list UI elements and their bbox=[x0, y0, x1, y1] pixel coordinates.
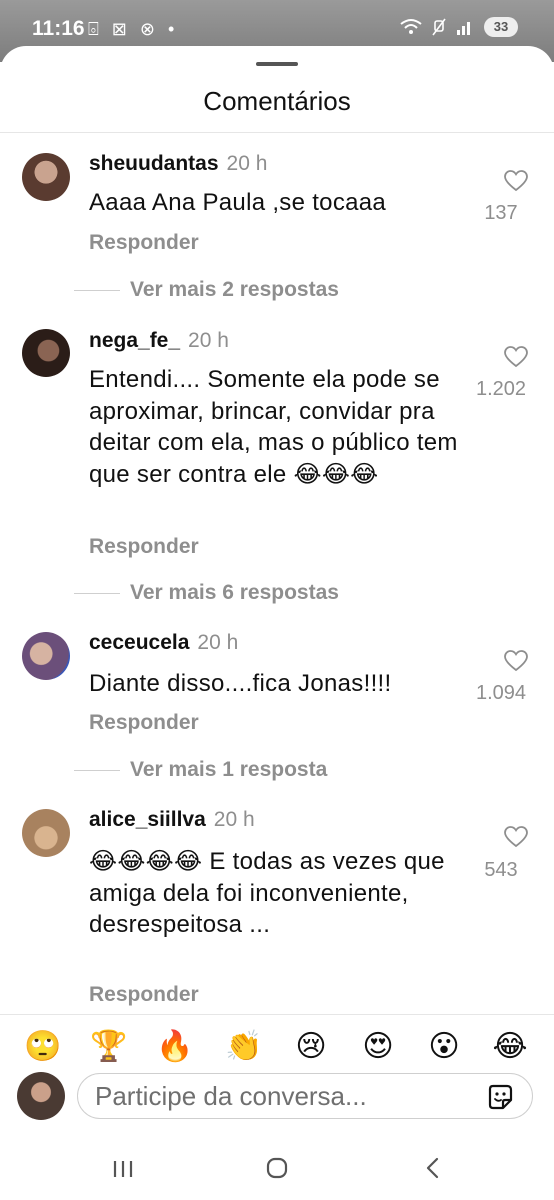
comment-text: Aaaa Ana Paula ,se tocaaa bbox=[89, 189, 387, 216]
comment-username[interactable]: alice_siillva bbox=[89, 808, 206, 831]
emoji-bar-divider bbox=[0, 1014, 554, 1015]
comment-username-row: sheuudantas 20 h bbox=[89, 152, 267, 176]
replies-divider bbox=[74, 769, 120, 771]
comment-username-row: alice_siillva 20 h bbox=[89, 808, 255, 832]
avatar[interactable] bbox=[22, 153, 70, 201]
comment-time: 20 h bbox=[188, 329, 229, 352]
avatar[interactable] bbox=[22, 809, 70, 857]
view-more-replies[interactable]: Ver mais 1 resposta bbox=[74, 758, 534, 782]
back-icon[interactable] bbox=[413, 1152, 453, 1184]
comment-username[interactable]: sheuudantas bbox=[89, 152, 219, 175]
heart-icon[interactable] bbox=[504, 346, 528, 368]
comment-username[interactable]: ceceucela bbox=[89, 631, 189, 654]
emoji-laughing-button[interactable]: 😂 bbox=[490, 1028, 530, 1066]
emoji-fire-button[interactable]: 🔥 bbox=[155, 1028, 195, 1066]
avatar[interactable] bbox=[22, 632, 70, 680]
avatar[interactable] bbox=[22, 329, 70, 377]
reply-button[interactable]: Responder bbox=[89, 231, 199, 255]
emoji-trophy-button[interactable]: 🏆 bbox=[89, 1028, 129, 1066]
sheet-drag-handle[interactable] bbox=[256, 62, 298, 66]
comment-input[interactable] bbox=[95, 1080, 465, 1112]
like-count: 1.202 bbox=[475, 378, 527, 395]
status-right-icons: 33 bbox=[400, 17, 518, 37]
system-navigation-bar bbox=[0, 1140, 554, 1200]
comment-time: 20 h bbox=[226, 152, 268, 175]
emoji-eye-roll-button[interactable]: 🙄 bbox=[23, 1028, 63, 1066]
view-more-replies[interactable]: Ver mais 2 respostas bbox=[74, 278, 534, 302]
emoji-clap-button[interactable]: 👏 bbox=[224, 1028, 264, 1066]
reply-button[interactable]: Responder bbox=[89, 711, 199, 735]
sheet-title: Comentários bbox=[203, 86, 351, 116]
emoji-quick-reactions: 🙄 🏆 🔥 👏 😢 😍 😮 😂 bbox=[0, 1028, 554, 1068]
status-notification-icons: ⌻ ⊠ ⊗ • bbox=[88, 19, 179, 39]
comment-text: Entendi.... Somente ela pode se aproxima… bbox=[89, 366, 458, 488]
comment-text: 😂😂😂😂 E todas as vezes que amiga dela foi… bbox=[89, 848, 445, 938]
view-more-replies-label[interactable]: Ver mais 6 respostas bbox=[130, 581, 339, 605]
like-count: 543 bbox=[484, 859, 518, 876]
like-count: 1.094 bbox=[475, 682, 527, 699]
emoji-heart-eyes-button[interactable]: 😍 bbox=[358, 1028, 398, 1066]
like-count: 137 bbox=[484, 202, 518, 219]
my-avatar bbox=[17, 1072, 65, 1120]
heart-icon[interactable] bbox=[504, 170, 528, 192]
mute-icon bbox=[432, 18, 446, 36]
comment-text: Diante disso....fica Jonas!!!! bbox=[89, 670, 392, 697]
view-more-replies[interactable]: Ver mais 6 respostas bbox=[74, 581, 534, 605]
comment-time: 20 h bbox=[213, 808, 255, 831]
comment-time: 20 h bbox=[197, 631, 239, 654]
battery-icon: 33 bbox=[484, 17, 518, 37]
emoji-surprised-button[interactable]: 😮 bbox=[424, 1028, 464, 1066]
reply-button[interactable]: Responder bbox=[89, 535, 199, 559]
comment-username-row: nega_fe_ 20 h bbox=[89, 329, 229, 353]
signal-icon bbox=[457, 22, 470, 35]
sticker-icon[interactable] bbox=[486, 1083, 514, 1111]
view-more-replies-label[interactable]: Ver mais 2 respostas bbox=[130, 278, 339, 302]
heart-icon[interactable] bbox=[504, 826, 528, 848]
comment-username[interactable]: nega_fe_ bbox=[89, 329, 180, 352]
recent-apps-icon[interactable] bbox=[103, 1152, 143, 1184]
home-icon[interactable] bbox=[257, 1152, 297, 1184]
heart-icon[interactable] bbox=[504, 650, 528, 672]
emoji-crying-button[interactable]: 😢 bbox=[291, 1028, 331, 1066]
wifi-icon bbox=[400, 19, 422, 34]
replies-divider bbox=[74, 289, 120, 291]
title-divider bbox=[0, 132, 554, 133]
replies-divider bbox=[74, 592, 120, 594]
reply-button[interactable]: Responder bbox=[89, 983, 199, 1007]
comment-composer[interactable] bbox=[77, 1073, 533, 1119]
comment-username-row: ceceucela 20 h bbox=[89, 631, 238, 655]
comments-sheet: Comentários sheuudantas 20 h Aaaa Ana Pau… bbox=[0, 46, 554, 1200]
view-more-replies-label[interactable]: Ver mais 1 resposta bbox=[130, 758, 327, 782]
status-time: 11:16 bbox=[32, 17, 85, 40]
